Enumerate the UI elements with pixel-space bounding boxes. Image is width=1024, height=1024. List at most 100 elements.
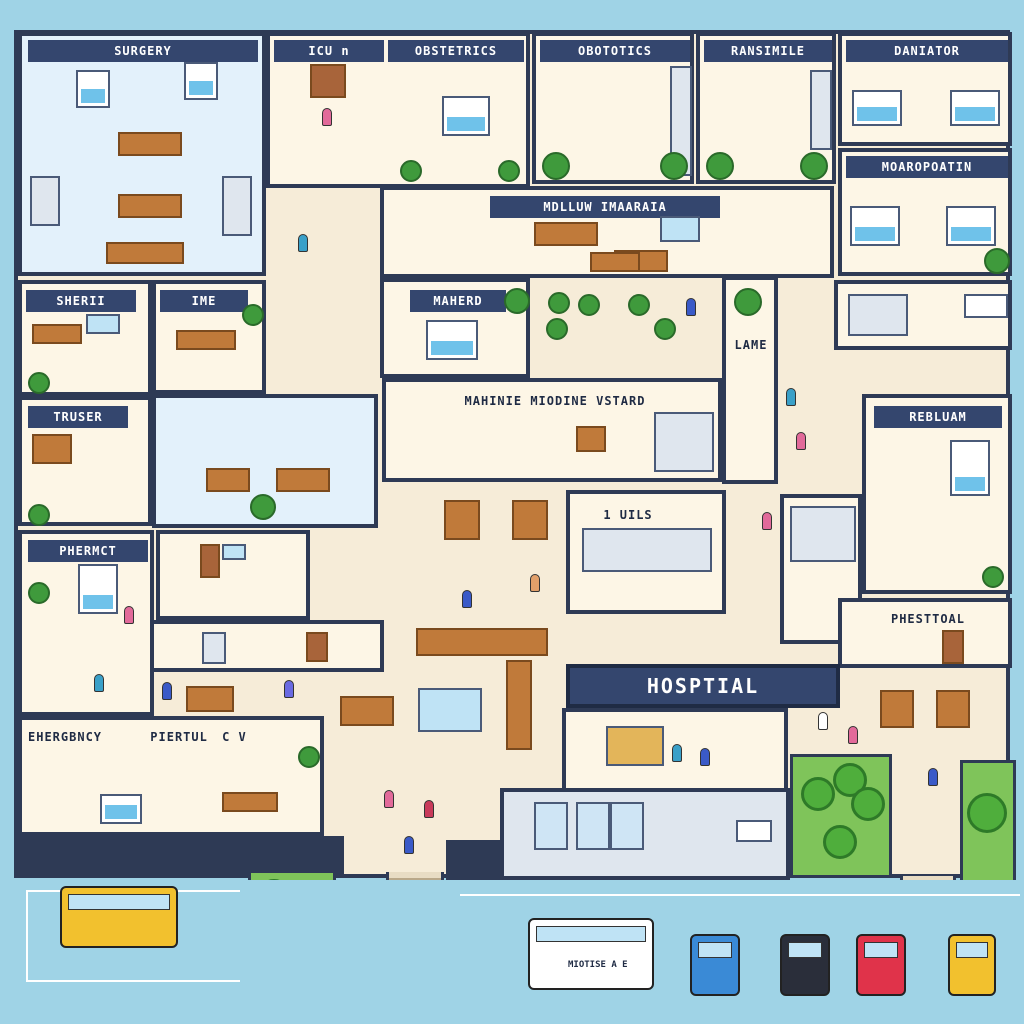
person[interactable] — [384, 790, 394, 808]
room-label-icu: ICU n — [274, 40, 384, 62]
dialysis-bed[interactable] — [950, 90, 1000, 126]
person[interactable] — [530, 574, 540, 592]
emergency-bed[interactable] — [100, 794, 142, 824]
person[interactable] — [786, 388, 796, 406]
pharmacy-bed[interactable] — [78, 564, 118, 614]
entrance-door[interactable] — [576, 802, 610, 850]
sheri-plant — [28, 372, 50, 394]
person[interactable] — [322, 108, 332, 126]
surgery-bed[interactable] — [184, 62, 218, 100]
person[interactable] — [124, 606, 134, 624]
corridor-door — [306, 632, 328, 662]
person[interactable] — [700, 748, 710, 766]
icu-door[interactable] — [310, 64, 346, 98]
courtyard-plant — [578, 294, 600, 316]
person[interactable] — [424, 800, 434, 818]
entrance-door[interactable] — [610, 802, 644, 850]
garden-tree — [851, 787, 885, 821]
reception-counter — [416, 628, 548, 656]
room-truck[interactable]: TRUSER — [18, 396, 152, 526]
equipment-cabinet — [848, 294, 908, 336]
emergency-desk — [222, 792, 278, 812]
room-label-machine-hall: MAHINIE MIODINE VSTARD — [464, 394, 646, 408]
research-plant — [982, 566, 1004, 588]
garden-far-east — [960, 760, 1016, 884]
room-label-emergency: EHERGBNCY PIERTUL C V — [28, 726, 318, 748]
car-yellow[interactable] — [948, 934, 996, 996]
dialysis-bed[interactable] — [852, 90, 902, 126]
room-lab-west[interactable] — [152, 394, 378, 528]
person[interactable] — [762, 512, 772, 530]
room-icu-obstetrics[interactable]: ICU n OBSTETRICS — [266, 32, 530, 188]
surgery-cabinet — [222, 176, 252, 236]
person[interactable] — [404, 836, 414, 854]
room-sheri[interactable]: SHERII — [18, 280, 152, 396]
ambulance-yellow[interactable] — [60, 886, 178, 948]
ward-bed[interactable] — [426, 320, 478, 360]
radiology-machine — [810, 70, 832, 150]
car-blue[interactable] — [690, 934, 740, 996]
room-emergency[interactable]: EHERGBNCY PIERTUL C V — [18, 716, 324, 836]
lobby-table — [186, 686, 234, 712]
room-orthotics[interactable]: OBOTOTICS — [532, 32, 694, 184]
person[interactable] — [818, 712, 828, 730]
surgery-bed[interactable] — [76, 70, 110, 108]
pharmacy-plant — [28, 582, 50, 604]
person[interactable] — [848, 726, 858, 744]
room-ward-center[interactable]: MAHERD — [380, 278, 530, 378]
room-maternity[interactable]: MOAROPOATIN — [838, 148, 1012, 276]
room-equipment[interactable] — [834, 280, 1012, 350]
room-label-sheri: SHERII — [26, 290, 136, 312]
labs-equipment — [582, 528, 712, 572]
lab-plant — [250, 494, 276, 520]
maternity-bed[interactable] — [946, 206, 996, 246]
emergency-plant — [298, 746, 320, 768]
research-bed[interactable] — [950, 440, 990, 496]
machine-desk — [576, 426, 606, 452]
person[interactable] — [284, 680, 294, 698]
person[interactable] — [928, 768, 938, 786]
room-label-research: REBLUAM — [874, 406, 1002, 428]
room-label-icu-text: ICU — [308, 44, 334, 58]
truck-desk — [32, 434, 72, 464]
lobby-table — [512, 500, 548, 540]
lab-desk — [276, 468, 330, 492]
room-labs[interactable]: 1 UILS — [566, 490, 726, 614]
parking-line — [460, 894, 1020, 896]
radiology-plant — [706, 152, 734, 180]
room-label-pharmacy: PHERMCT — [28, 540, 148, 562]
person[interactable] — [672, 744, 682, 762]
room-surgery[interactable]: SURGERY — [18, 32, 266, 276]
room-ime[interactable]: IME — [152, 280, 266, 394]
maternity-bed[interactable] — [850, 206, 900, 246]
entrance[interactable] — [500, 788, 790, 880]
garden-tree — [823, 825, 857, 859]
person[interactable] — [686, 298, 696, 316]
room-dialysis[interactable]: DANIATOR — [838, 32, 1012, 146]
room-label-truck: TRUSER — [28, 406, 128, 428]
garden-east — [790, 754, 892, 878]
icu-plant — [498, 160, 520, 182]
room-machine-hall[interactable]: MAHINIE MIODINE VSTARD — [382, 378, 722, 482]
person[interactable] — [298, 234, 308, 252]
room-radiology[interactable]: RANSIMILE — [696, 32, 836, 184]
person[interactable] — [94, 674, 104, 692]
room-office-row[interactable] — [156, 530, 310, 620]
car-black[interactable] — [780, 934, 830, 996]
room-label-emergency-sub: PIERTUL — [150, 730, 208, 744]
person[interactable] — [796, 432, 806, 450]
courtyard-plant — [628, 294, 650, 316]
room-lame[interactable]: LAME — [722, 276, 778, 484]
office-screen — [222, 544, 246, 560]
person[interactable] — [462, 590, 472, 608]
room-corridor-west[interactable] — [150, 620, 384, 672]
room-phestool[interactable]: PHESTTOAL — [838, 598, 1012, 668]
entrance-door[interactable] — [534, 802, 568, 850]
ambulance-text: MIOTISE A E — [568, 960, 628, 970]
car-red[interactable] — [856, 934, 906, 996]
room-research[interactable]: REBLUAM — [862, 394, 1012, 594]
person[interactable] — [162, 682, 172, 700]
icu-bed[interactable] — [442, 96, 490, 136]
ambulance-white[interactable]: MIOTISE A E — [528, 918, 654, 990]
room-label-emergency-mark: C V — [222, 730, 247, 744]
